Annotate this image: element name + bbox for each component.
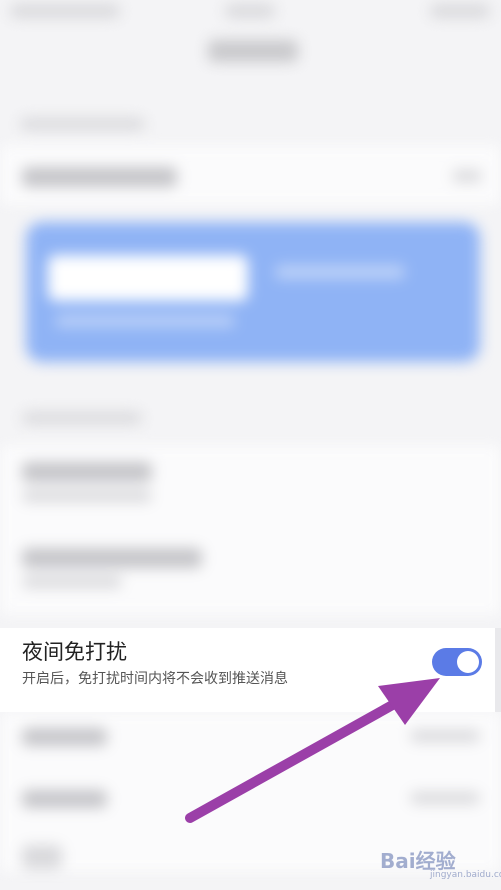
arrow-shaft [185,693,410,823]
watermark-url: jingyan.baidu.com [430,870,501,880]
arrow-head [378,678,440,725]
annotation-arrow [185,678,440,823]
